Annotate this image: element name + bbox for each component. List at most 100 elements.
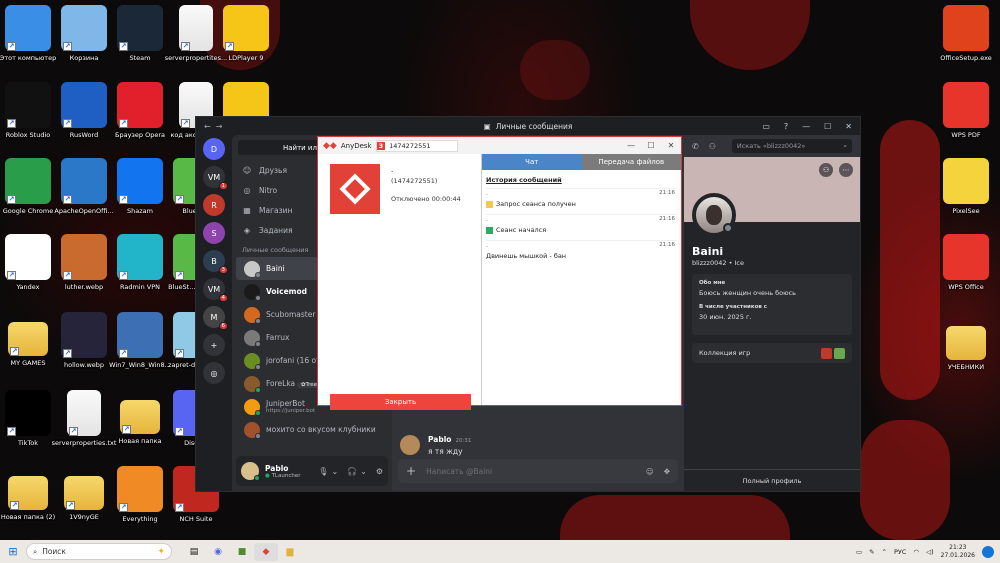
explorer-taskbar-icon[interactable]: ▆	[278, 543, 302, 561]
avatar[interactable]	[692, 193, 736, 237]
maximize-icon[interactable]: ☐	[824, 122, 831, 131]
shortcut-arrow-icon: ↗	[7, 195, 16, 204]
language-indicator[interactable]: РУС	[894, 548, 906, 556]
server-icon[interactable]: R	[203, 194, 225, 216]
taskbar: ⊞ ⌕ Поиск ✦ ▤ ◉ ■ ◆ ▆ ▭ ✎ ⌃ РУС ◠ ◁) 21:…	[0, 540, 1000, 563]
avatar[interactable]	[400, 435, 420, 455]
windows-start-icon[interactable]: ⊞	[0, 545, 26, 558]
tab-chat[interactable]: Чат	[482, 154, 582, 170]
screen-icon[interactable]: ▭	[856, 548, 862, 556]
help-icon[interactable]: ?	[784, 122, 788, 131]
game-icon	[821, 347, 832, 359]
apps-icon[interactable]: ✥	[664, 467, 670, 476]
search-icon: ⌕	[843, 141, 847, 150]
friends-icon: ☺	[242, 165, 252, 175]
pen-icon[interactable]: ✎	[869, 548, 874, 556]
minecraft-taskbar-icon[interactable]: ■	[230, 543, 254, 561]
inbox-icon: ▣	[483, 121, 491, 131]
entry-text: Двинешь мышкой - бан	[486, 252, 567, 260]
shortcut-arrow-icon: ↗	[10, 347, 19, 356]
minimize-icon[interactable]: —	[621, 141, 641, 150]
desktop-icon[interactable]: PixelSee	[932, 158, 1000, 215]
anydesk-session-panel: - (1474272551) Отключено 00:00:44 Закрыт…	[318, 154, 481, 410]
openoffice-icon: ↗	[61, 158, 107, 204]
emoji-icon[interactable]: ☺	[646, 467, 654, 476]
desktop-icon[interactable]: WPS PDF	[932, 82, 1000, 139]
maximize-icon[interactable]: ☐	[641, 141, 661, 150]
entry-text: Сеанс начался	[496, 226, 547, 234]
monitor-icon[interactable]: ▭	[762, 122, 770, 131]
server-icon[interactable]: VM 1	[203, 166, 228, 190]
server-icon[interactable]: ◎	[203, 362, 225, 384]
clock[interactable]: 21:23 27.01.2026	[941, 544, 975, 560]
headphones-icon[interactable]: 🎧	[347, 467, 357, 476]
microphone-icon[interactable]: 🎙	[318, 467, 328, 476]
dm-name: JuniperBot	[266, 399, 305, 408]
close-icon[interactable]: ✕	[661, 141, 681, 150]
chevron-down-icon[interactable]: ⌄	[331, 467, 338, 476]
steam-icon: ↗	[117, 5, 163, 51]
shop-icon: ▦	[243, 205, 251, 215]
dm-item[interactable]: мохито со вкусом клубники	[236, 418, 388, 441]
anydesk-taskbar-icon[interactable]: ◆	[254, 542, 278, 561]
remote-name: -	[391, 167, 394, 175]
server-icon[interactable]: D	[203, 138, 225, 160]
nav-item-label: Магазин	[259, 205, 293, 215]
notifications-icon[interactable]	[982, 545, 994, 558]
shortcut-arrow-icon: ↗	[7, 427, 16, 436]
taskbar-search[interactable]: ⌕ Поиск ✦	[26, 543, 172, 560]
add-friend-icon[interactable]: ⚇	[819, 163, 833, 177]
tab-file-transfer[interactable]: Передача файлов	[581, 154, 681, 170]
discord-taskbar-icon[interactable]: ◉	[206, 543, 230, 561]
desktop-icon[interactable]: OfficeSetup.exe	[932, 5, 1000, 62]
wifi-icon[interactable]: ◠	[913, 548, 919, 556]
pixelsee-icon	[943, 158, 989, 204]
back-forward-icon[interactable]: ←→	[204, 122, 227, 131]
nitro-icon: ◎	[243, 185, 251, 195]
anydesk-session-icon	[330, 164, 380, 214]
gear-icon[interactable]: ⚙	[376, 467, 383, 476]
shortcut-arrow-icon: ↗	[7, 42, 16, 51]
session-id-field[interactable]: 3 1474272551	[375, 139, 458, 152]
shortcut-arrow-icon: ↗	[122, 425, 131, 434]
game-collection[interactable]: Коллекция игр	[692, 343, 852, 363]
shortcut-arrow-icon: ↗	[10, 501, 19, 510]
desktop-icon[interactable]: ↗ LDPlayer 9	[212, 5, 280, 62]
profile-name: Baini	[692, 245, 724, 258]
desktop-icon[interactable]: УЧЕБНИКИ	[932, 316, 1000, 371]
volume-icon[interactable]: ◁)	[926, 548, 934, 556]
yandex-icon: ↗	[5, 234, 51, 280]
task-view-icon[interactable]: ▤	[182, 543, 206, 561]
user-name: Pablo	[265, 463, 289, 473]
close-icon[interactable]: ✕	[845, 122, 852, 131]
full-profile-button[interactable]: Полный профиль	[684, 469, 860, 491]
rusword-icon: ↗	[61, 82, 107, 128]
avatar[interactable]	[241, 462, 260, 481]
call-icon[interactable]: ✆	[692, 142, 699, 151]
server-icon[interactable]: M6	[203, 306, 228, 330]
shortcut-arrow-icon: ↗	[119, 349, 128, 358]
server-icon[interactable]: +	[203, 334, 225, 356]
chevron-down-icon[interactable]: ⌄	[360, 467, 367, 476]
message-author: Pablo 20:31	[428, 435, 472, 444]
more-icon[interactable]: ⋯	[839, 163, 853, 177]
shortcut-arrow-icon: ↗	[175, 349, 184, 358]
server-icon[interactable]: VM 4	[203, 278, 228, 302]
message-input[interactable]: + Написать @Baini ☺ ✥	[398, 459, 678, 483]
desktop-icon-label: NCH Suite	[179, 515, 213, 523]
server-icon[interactable]: S	[203, 222, 225, 244]
entry-text: Запрос сеанса получен	[496, 200, 576, 208]
search-input[interactable]: Искать «blizzz0042» ⌕	[731, 139, 852, 153]
desktop-icon[interactable]: WPS Office	[932, 234, 1000, 291]
minimize-icon[interactable]: —	[802, 122, 810, 131]
close-session-button[interactable]: Закрыть	[330, 394, 471, 410]
message-history: История сообщений -21:16 Запрос сеанса по…	[482, 170, 681, 272]
about-title: Обо мне	[699, 280, 726, 286]
add-friend-icon[interactable]: ⚇	[709, 142, 716, 151]
server-icon[interactable]: B3	[203, 250, 228, 274]
chevron-up-icon[interactable]: ⌃	[882, 548, 887, 556]
plus-icon[interactable]: +	[406, 464, 416, 478]
office-icon	[943, 5, 989, 51]
dm-name: Farrux	[266, 333, 290, 342]
radmin-icon: ↗	[117, 234, 163, 280]
